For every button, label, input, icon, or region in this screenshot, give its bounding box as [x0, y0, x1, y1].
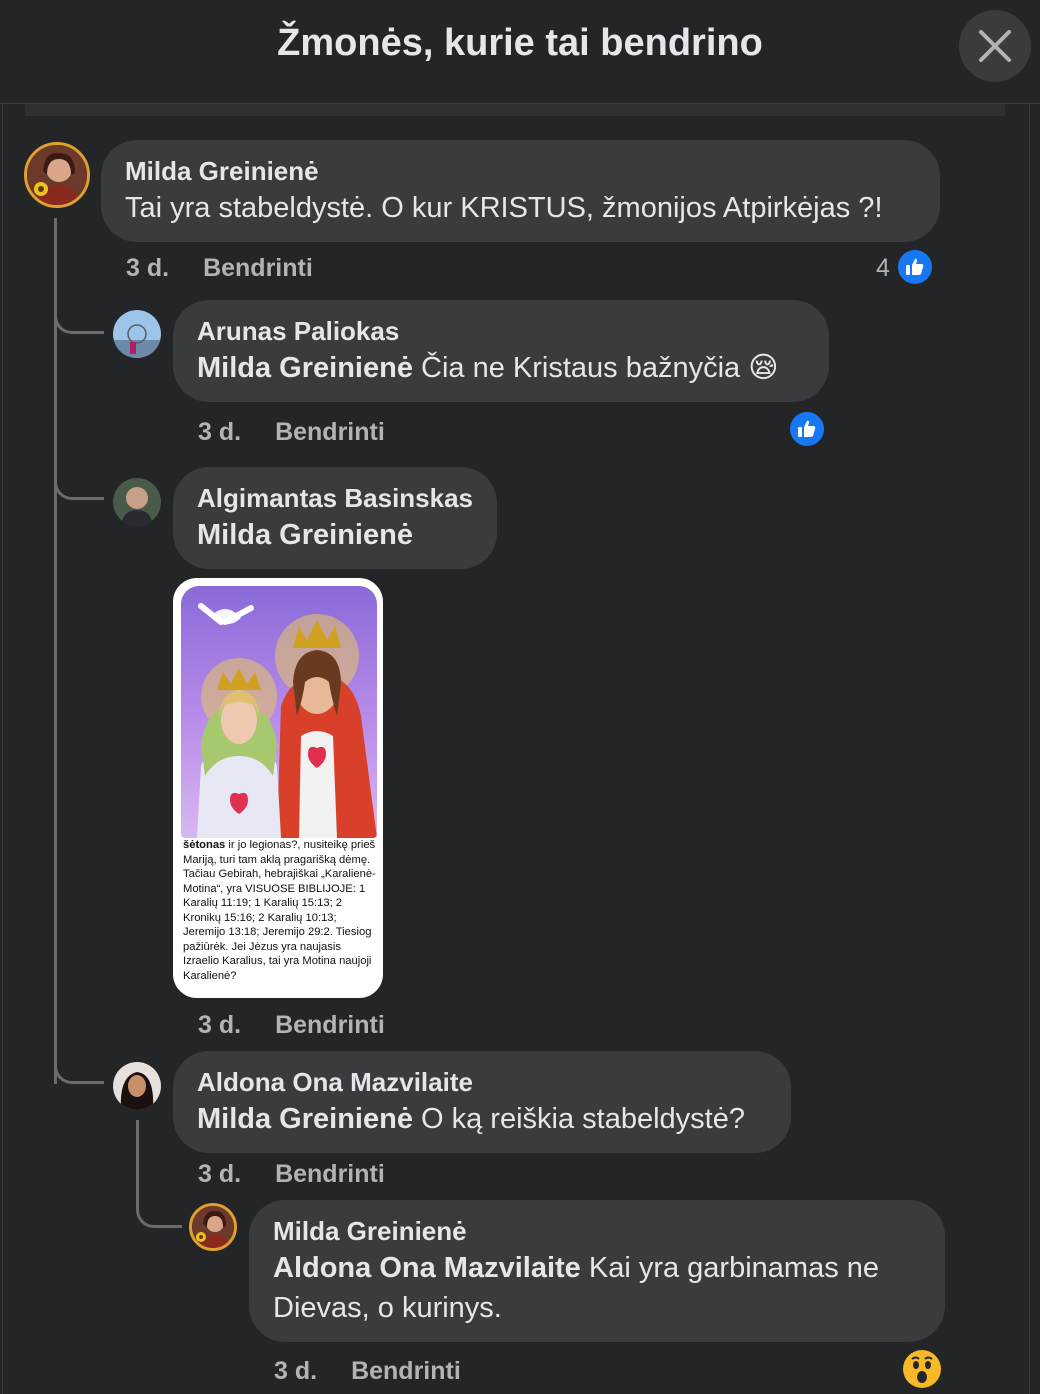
- like-reaction[interactable]: [788, 410, 826, 448]
- comment-meta: 3 d. Bendrinti: [198, 1011, 385, 1040]
- thread-line: [54, 218, 57, 1084]
- avatar[interactable]: [24, 142, 90, 208]
- avatar[interactable]: [113, 310, 161, 358]
- comment-bubble: Algimantas Basinskas Milda Greinienė: [173, 467, 497, 569]
- comment-image[interactable]: šėtonas ir jo legionas?, nusiteikę prieš…: [173, 578, 383, 998]
- comment-time[interactable]: 3 d.: [198, 418, 241, 447]
- image-caption-text: ir jo legionas?, nusiteikę prieš Mariją,…: [183, 839, 376, 982]
- mention-link[interactable]: Milda Greinienė: [197, 515, 473, 555]
- comment-time[interactable]: 3 d.: [274, 1357, 317, 1386]
- dialog-title: Žmonės, kurie tai bendrino: [277, 22, 763, 64]
- avatar[interactable]: [189, 1203, 237, 1251]
- comment-bubble: Milda Greinienė Aldona Ona Mazvilaite Ka…: [249, 1200, 945, 1342]
- comment-bubble: Aldona Ona Mazvilaite Milda Greinienė O …: [173, 1051, 791, 1153]
- comment-author[interactable]: Milda Greinienė: [125, 154, 916, 188]
- comment-body: Čia ne Kristaus bažnyčia 😪: [412, 352, 779, 384]
- religious-painting-image: [181, 586, 377, 838]
- mention-link[interactable]: Milda Greinienė: [197, 352, 413, 384]
- comment-meta: 3 d. Bendrinti: [274, 1357, 461, 1386]
- close-button[interactable]: [959, 10, 1031, 82]
- comment-time[interactable]: 3 d.: [198, 1011, 241, 1040]
- comment-time[interactable]: 3 d.: [198, 1160, 241, 1189]
- comment-text: Milda Greinienė O ką reiškia stabeldystė…: [197, 1099, 767, 1139]
- comment-meta: 3 d. Bendrinti: [198, 1160, 385, 1189]
- share-link[interactable]: Bendrinti: [275, 418, 385, 447]
- image-caption: šėtonas ir jo legionas?, nusiteikę prieš…: [183, 838, 379, 983]
- like-icon: [798, 420, 816, 437]
- like-reaction[interactable]: [896, 248, 934, 286]
- comment-meta: 3 d. Bendrinti: [198, 418, 385, 447]
- dialog-header: Žmonės, kurie tai bendrino: [0, 0, 1040, 104]
- share-link[interactable]: Bendrinti: [275, 1011, 385, 1040]
- mention-link[interactable]: Milda Greinienė: [197, 1103, 413, 1135]
- mention-link[interactable]: Aldona Ona Mazvilaite: [273, 1252, 581, 1284]
- comment-author[interactable]: Milda Greinienė: [273, 1214, 921, 1248]
- comment-text: Tai yra stabeldystė. O kur KRISTUS, žmon…: [125, 192, 883, 224]
- comment-bubble: Milda Greinienė Tai yra stabeldystė. O k…: [101, 140, 940, 242]
- wow-reaction-icon: [911, 1356, 933, 1383]
- thread-branch: [54, 1050, 104, 1084]
- comment-bubble: Arunas Paliokas Milda Greinienė Čia ne K…: [173, 300, 829, 402]
- share-link[interactable]: Bendrinti: [351, 1357, 461, 1386]
- image-caption-bold: šėtonas: [183, 839, 226, 851]
- comment-body: O ką reiškia stabeldystė?: [412, 1103, 745, 1135]
- thread-branch: [54, 466, 104, 500]
- wow-reaction[interactable]: [903, 1350, 941, 1388]
- panel-top-divider: [25, 104, 1005, 116]
- comment-text: Aldona Ona Mazvilaite Kai yra garbinamas…: [273, 1248, 921, 1328]
- avatar[interactable]: [113, 478, 161, 526]
- comment-text: Milda Greinienė Čia ne Kristaus bažnyčia…: [197, 348, 805, 388]
- reaction-count[interactable]: 4: [876, 254, 890, 283]
- close-icon: [979, 30, 1011, 62]
- thread-branch: [136, 1120, 182, 1228]
- comment-time[interactable]: 3 d.: [126, 254, 169, 283]
- comment-meta: 3 d. Bendrinti: [126, 254, 313, 283]
- share-link[interactable]: Bendrinti: [203, 254, 313, 283]
- like-icon: [906, 258, 924, 275]
- comment-author[interactable]: Arunas Paliokas: [197, 314, 805, 348]
- share-link[interactable]: Bendrinti: [275, 1160, 385, 1189]
- avatar[interactable]: [113, 1062, 161, 1110]
- comment-author[interactable]: Aldona Ona Mazvilaite: [197, 1065, 767, 1099]
- thread-branch: [54, 300, 104, 334]
- comment-author[interactable]: Algimantas Basinskas: [197, 481, 473, 515]
